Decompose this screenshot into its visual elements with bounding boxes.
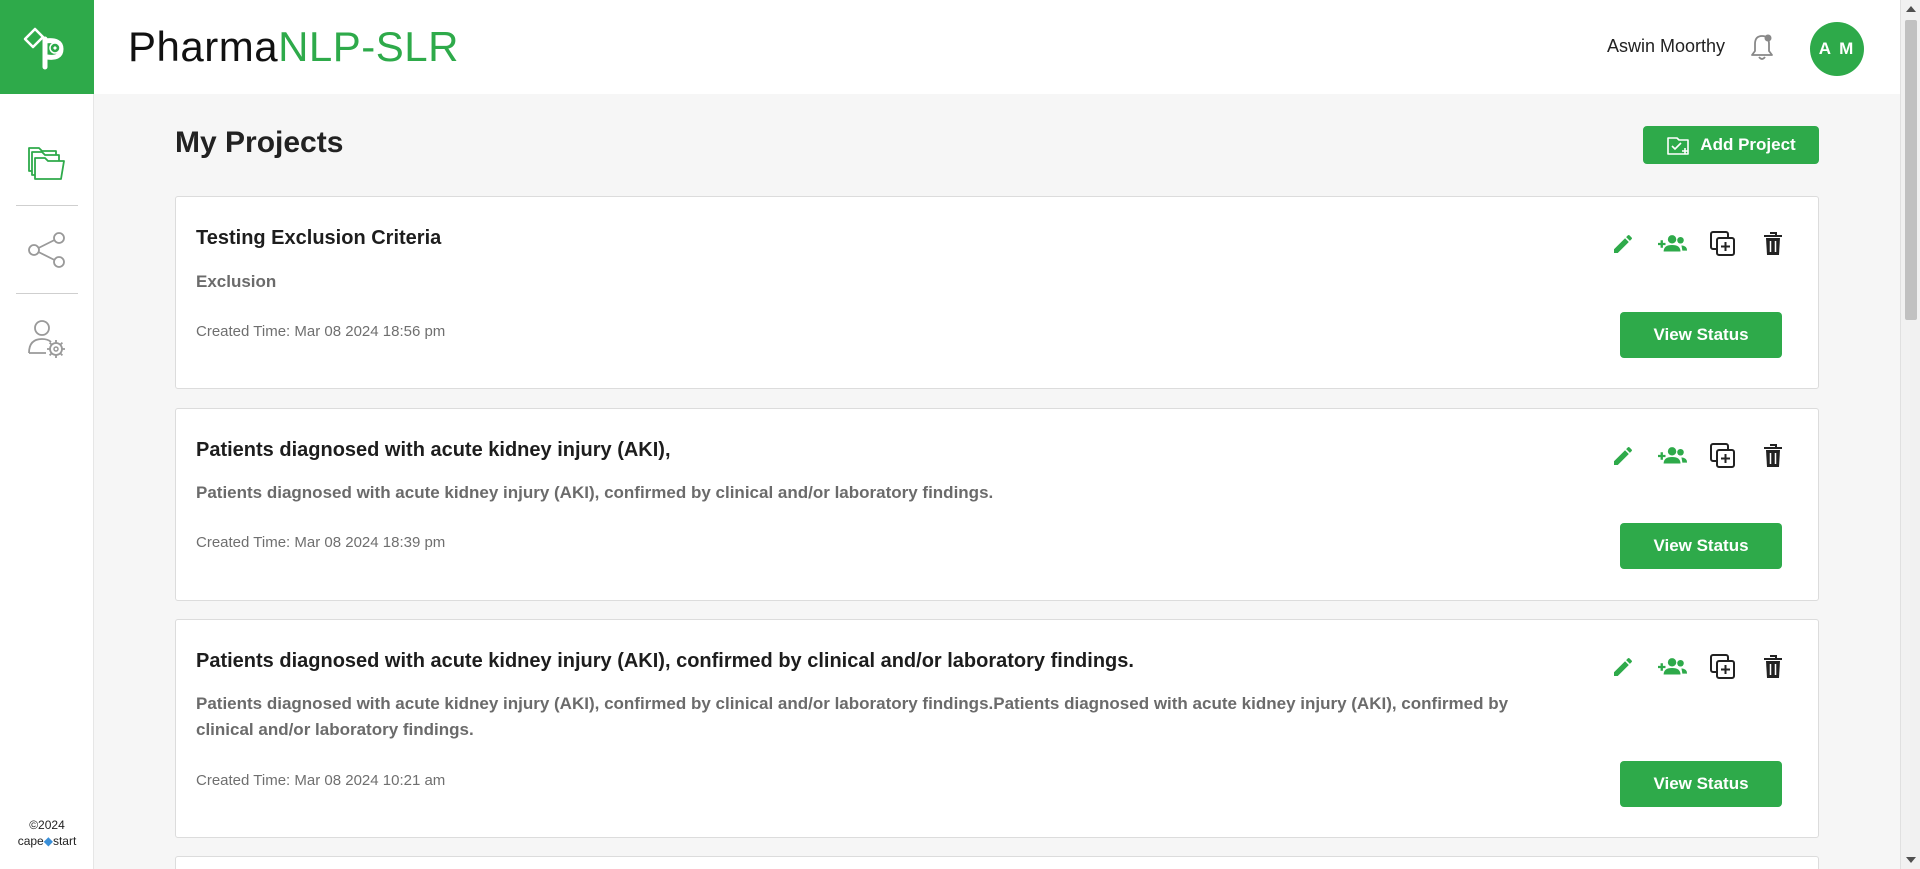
page-title: My Projects	[175, 126, 344, 159]
duplicate-icon[interactable]	[1708, 441, 1738, 471]
top-header: PharmaNLP-SLR Aswin Moorthy A M	[94, 0, 1900, 94]
delete-icon[interactable]	[1758, 229, 1788, 259]
project-created-time: Created Time: Mar 08 2024 18:39 pm	[196, 534, 446, 551]
project-description: Patients diagnosed with acute kidney inj…	[196, 483, 994, 502]
sidebar-item-user-settings[interactable]	[0, 302, 94, 374]
brand-right: start	[52, 834, 77, 848]
company-brand: cape◆start	[0, 833, 94, 849]
sidebar-divider	[16, 293, 78, 294]
page-scrollbar[interactable]	[1900, 0, 1920, 869]
project-card: Patients diagnosed with acute kidney inj…	[175, 619, 1819, 838]
project-card: Patients diagnosed with acute kidney inj…	[175, 408, 1819, 601]
project-actions	[1608, 441, 1788, 471]
duplicate-icon[interactable]	[1708, 652, 1738, 682]
user-name: Aswin Moorthy	[1606, 36, 1725, 56]
project-card	[175, 856, 1819, 869]
delete-icon[interactable]	[1758, 652, 1788, 682]
scroll-thumb[interactable]	[1905, 20, 1917, 320]
app-logo[interactable]	[0, 0, 94, 94]
delete-icon[interactable]	[1758, 441, 1788, 471]
project-description: Exclusion	[196, 272, 277, 291]
project-title: Patients diagnosed with acute kidney inj…	[196, 650, 1134, 672]
project-created-time: Created Time: Mar 08 2024 18:56 pm	[196, 323, 446, 340]
project-created-time: Created Time: Mar 08 2024 10:21 am	[196, 772, 446, 789]
edit-icon[interactable]	[1608, 229, 1638, 259]
scroll-up-icon[interactable]	[1906, 6, 1916, 12]
project-actions	[1608, 229, 1788, 259]
view-status-button[interactable]: View Status	[1620, 312, 1782, 358]
avatar[interactable]: A M	[1810, 22, 1864, 76]
sidebar-footer: ©2024 cape◆start	[0, 817, 94, 849]
view-status-button[interactable]: View Status	[1620, 761, 1782, 807]
project-description: Patients diagnosed with acute kidney inj…	[196, 694, 1509, 739]
project-title: Testing Exclusion Criteria	[196, 227, 442, 249]
folders-icon	[28, 147, 65, 180]
share-icon	[28, 232, 65, 268]
brand-drop-icon: ◆	[43, 834, 53, 848]
view-status-button[interactable]: View Status	[1620, 523, 1782, 569]
duplicate-icon[interactable]	[1708, 229, 1738, 259]
add-project-icon	[1667, 137, 1690, 155]
edit-icon[interactable]	[1608, 652, 1638, 682]
scroll-down-icon[interactable]	[1906, 857, 1916, 863]
add-member-icon[interactable]	[1658, 229, 1688, 259]
project-actions	[1608, 652, 1788, 682]
add-project-button[interactable]: Add Project	[1643, 126, 1819, 164]
sidebar-item-projects[interactable]	[0, 126, 94, 198]
add-member-icon[interactable]	[1658, 652, 1688, 682]
app-title-part2: NLP-SLR	[278, 23, 459, 70]
app-title-part1: Pharma	[128, 23, 279, 70]
add-member-icon[interactable]	[1658, 441, 1688, 471]
logo-icon	[23, 27, 64, 70]
sidebar-item-share[interactable]	[0, 214, 94, 286]
edit-icon[interactable]	[1608, 441, 1638, 471]
project-title: Patients diagnosed with acute kidney inj…	[196, 439, 671, 461]
brand-left: cape	[17, 834, 44, 848]
copyright-text: ©2024	[29, 818, 65, 832]
user-gear-icon	[28, 320, 65, 358]
sidebar-divider	[16, 205, 78, 206]
add-project-label: Add Project	[1700, 135, 1796, 154]
bell-icon[interactable]	[1747, 32, 1777, 62]
app-title: PharmaNLP-SLR	[128, 22, 459, 72]
sidebar: ©2024 cape◆start	[0, 0, 94, 869]
project-card: Testing Exclusion Criteria Exclusion Cre…	[175, 196, 1819, 389]
